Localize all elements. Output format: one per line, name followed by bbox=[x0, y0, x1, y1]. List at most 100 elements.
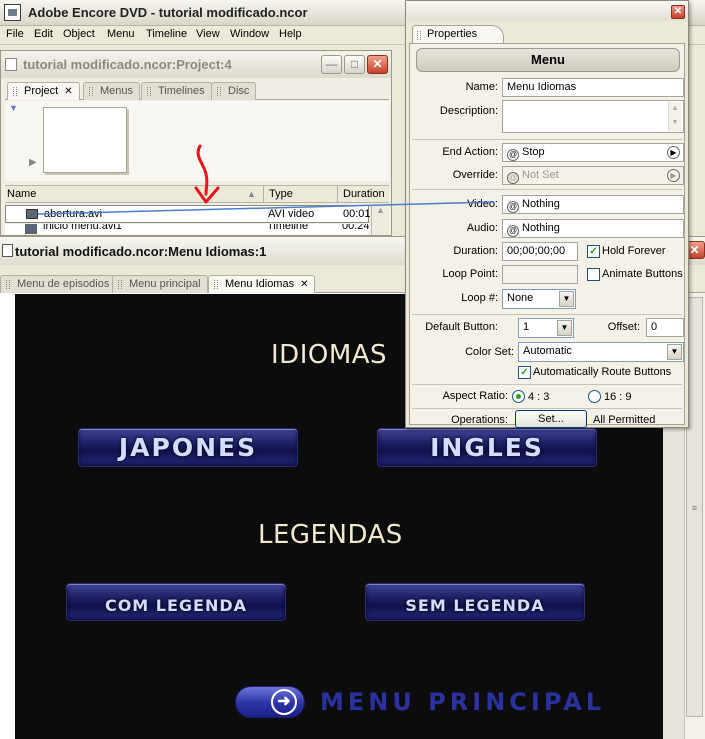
loop-count-select[interactable]: None ▼ bbox=[502, 289, 576, 309]
pickwhip-icon[interactable]: @ bbox=[507, 201, 519, 213]
name-field[interactable]: Menu Idiomas bbox=[502, 78, 684, 97]
properties-titlebar[interactable] bbox=[406, 1, 688, 21]
separator bbox=[412, 408, 682, 409]
default-button-value: 1 bbox=[523, 321, 530, 333]
column-duration[interactable]: Duration bbox=[343, 188, 385, 200]
chevron-down-icon[interactable]: ▼ bbox=[667, 344, 682, 360]
grip-icon bbox=[13, 87, 17, 96]
properties-panel: ✕ Properties Menu Name: Menu Idiomas Des… bbox=[405, 0, 689, 428]
japones-button[interactable]: JAPONES bbox=[78, 428, 298, 467]
grip-icon bbox=[147, 87, 151, 96]
column-name[interactable]: Name bbox=[7, 188, 36, 200]
tab-disc[interactable]: Disc bbox=[211, 82, 257, 100]
audio-value: Nothing bbox=[522, 222, 560, 234]
video-field[interactable]: @ Nothing bbox=[502, 195, 684, 214]
properties-header: Menu bbox=[416, 48, 680, 72]
close-button[interactable]: ✕ bbox=[367, 55, 388, 74]
minimize-button[interactable]: — bbox=[321, 55, 342, 74]
default-button-label: Default Button: bbox=[425, 321, 498, 333]
duration-label: Duration: bbox=[453, 245, 498, 257]
color-set-value: Automatic bbox=[523, 345, 572, 357]
tab-properties[interactable]: Properties bbox=[412, 25, 505, 44]
duration-field[interactable]: 00;00;00;00 bbox=[502, 242, 578, 261]
color-set-label: Color Set: bbox=[465, 346, 514, 358]
chevron-down-icon[interactable]: ▼ bbox=[559, 291, 574, 307]
operations-set-button[interactable]: Set... bbox=[515, 410, 587, 428]
pickwhip-icon[interactable]: @ bbox=[507, 225, 519, 237]
timeline-file-icon bbox=[25, 224, 37, 234]
menu-window[interactable]: Window bbox=[230, 28, 269, 40]
column-separator bbox=[263, 186, 264, 202]
column-separator bbox=[337, 186, 338, 202]
loop-count-label: Loop #: bbox=[461, 292, 498, 304]
table-row[interactable]: abertura.avi AVI video 00:01 bbox=[5, 205, 371, 223]
auto-route-checkbox[interactable]: ✓ bbox=[518, 366, 531, 379]
table-row[interactable]: inicio menu.avi1 Timeline 00:24 bbox=[5, 224, 369, 234]
video-value: Nothing bbox=[522, 198, 560, 210]
operations-label: Operations: bbox=[451, 414, 508, 426]
color-set-select[interactable]: Automatic ▼ bbox=[518, 342, 684, 362]
close-icon[interactable]: ✕ bbox=[300, 279, 308, 290]
audio-field[interactable]: @ Nothing bbox=[502, 219, 684, 238]
tab-menu-principal[interactable]: Menu principal bbox=[112, 275, 208, 293]
tab-menus-label: Menus bbox=[100, 85, 134, 97]
pickwhip-icon[interactable]: @ bbox=[507, 149, 519, 161]
description-scrollbar[interactable]: ▲ ▼ bbox=[668, 102, 681, 131]
menu-help[interactable]: Help bbox=[279, 28, 302, 40]
animate-buttons-checkbox[interactable] bbox=[587, 268, 600, 281]
tab-menu-de-episodios[interactable]: Menu de episodios bbox=[0, 275, 117, 293]
tab-timelines-label: Timelines bbox=[158, 85, 205, 97]
sem-legenda-button[interactable]: SEM LEGENDA bbox=[365, 583, 585, 621]
end-action-value: Stop bbox=[522, 146, 545, 158]
description-field[interactable] bbox=[502, 100, 684, 133]
tab-disc-label: Disc bbox=[228, 85, 250, 97]
row-type: AVI video bbox=[268, 208, 315, 220]
override-label: Override: bbox=[452, 169, 498, 181]
grip-icon bbox=[217, 87, 221, 96]
row-type: Timeline bbox=[267, 224, 309, 232]
project-titlebar[interactable]: tutorial modificado.ncor:Project:4 — □ ✕ bbox=[1, 51, 391, 78]
play-icon[interactable]: ▶ bbox=[29, 157, 37, 168]
menu-file[interactable]: File bbox=[6, 28, 24, 40]
offset-field[interactable]: 0 bbox=[646, 318, 684, 337]
maximize-button[interactable]: □ bbox=[344, 55, 365, 74]
end-action-field[interactable]: @ Stop ▶ bbox=[502, 143, 684, 162]
loop-point-label: Loop Point: bbox=[442, 268, 498, 280]
tab-menu-idiomas[interactable]: Menu Idiomas ✕ bbox=[208, 275, 316, 293]
close-button[interactable]: ✕ bbox=[671, 5, 685, 19]
tab-project[interactable]: Project ✕ bbox=[7, 82, 80, 100]
com-legenda-button[interactable]: COM LEGENDA bbox=[66, 583, 286, 621]
separator bbox=[412, 314, 682, 315]
ingles-button[interactable]: INGLES bbox=[377, 428, 597, 467]
column-type[interactable]: Type bbox=[269, 188, 293, 200]
loop-count-value: None bbox=[507, 292, 534, 304]
override-value: Not Set bbox=[522, 169, 559, 181]
menu-principal-label[interactable]: MENU PRINCIPAL bbox=[320, 688, 605, 716]
close-icon[interactable]: ✕ bbox=[64, 86, 72, 97]
aspect-4-3-radio[interactable] bbox=[512, 390, 525, 403]
audio-label: Audio: bbox=[466, 222, 498, 234]
row-name: abertura.avi bbox=[44, 208, 103, 220]
collapse-icon[interactable]: ▼ bbox=[9, 103, 18, 113]
menu-timeline[interactable]: Timeline bbox=[146, 28, 187, 40]
heading-legendas: LEGENDAS bbox=[258, 520, 403, 550]
sort-icon[interactable]: ▲ bbox=[247, 189, 256, 199]
description-label: Description: bbox=[439, 105, 498, 117]
grip-icon bbox=[89, 87, 93, 96]
aspect-16-9-radio[interactable] bbox=[588, 390, 601, 403]
menu-edit[interactable]: Edit bbox=[34, 28, 53, 40]
grip-icon bbox=[118, 280, 122, 289]
menu-view[interactable]: View bbox=[196, 28, 220, 40]
list-scrollbar[interactable]: ▲ bbox=[371, 205, 389, 235]
override-field: @ Not Set ▶ bbox=[502, 166, 684, 185]
tab-timelines[interactable]: Timelines bbox=[141, 82, 212, 100]
aspect-ratio-label: Aspect Ratio: bbox=[442, 390, 508, 402]
heading-idiomas: IDIOMAS bbox=[271, 340, 388, 370]
loop-point-field bbox=[502, 265, 578, 284]
row-name: inicio menu.avi1 bbox=[43, 224, 122, 232]
menu-menu[interactable]: Menu bbox=[107, 28, 135, 40]
hold-forever-checkbox[interactable]: ✓ bbox=[587, 245, 600, 258]
menu-object[interactable]: Object bbox=[63, 28, 95, 40]
tab-menus[interactable]: Menus bbox=[83, 82, 141, 100]
arrow-right-icon[interactable]: ▶ bbox=[667, 146, 680, 159]
